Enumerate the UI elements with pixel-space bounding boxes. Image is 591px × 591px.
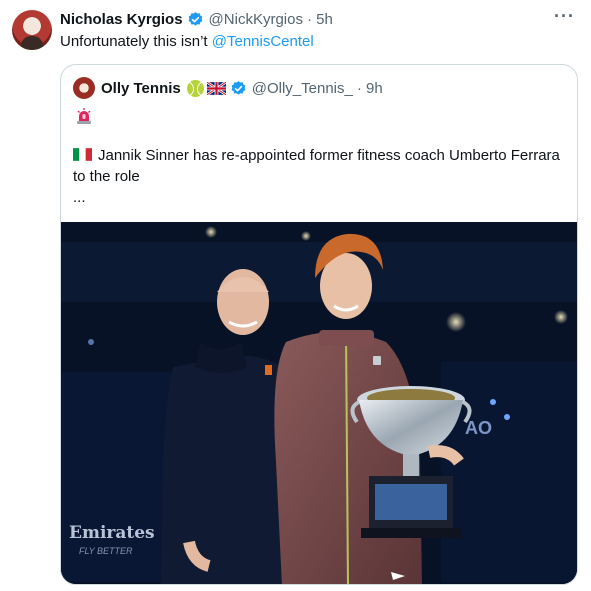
uk-flag-icon: [206, 81, 226, 95]
more-icon[interactable]: ···: [554, 6, 575, 27]
quoted-text: Jannik Sinner has re-appointed former fi…: [73, 145, 563, 187]
tweet-header: Nicholas Kyrgios @NickKyrgios · 5h: [60, 9, 333, 29]
ao-board: AO: [465, 418, 492, 438]
quoted-ellipsis: ...: [73, 189, 86, 206]
author-name[interactable]: Nicholas Kyrgios: [60, 11, 183, 28]
verified-icon: [188, 11, 202, 26]
author-handle[interactable]: @NickKyrgios: [209, 11, 303, 28]
quoted-photo[interactable]: Emirates FLY BETTER AO: [61, 222, 577, 584]
sponsor-sign: Emirates: [69, 523, 155, 543]
italy-flag-icon: [73, 148, 92, 161]
tweet-body: Unfortunately this isn’t: [60, 33, 212, 50]
photo-scene: Emirates FLY BETTER AO: [61, 222, 577, 584]
quoted-avatar: [73, 77, 95, 99]
quoted-time[interactable]: · 9h: [357, 80, 383, 97]
tennis-ball-icon: [186, 79, 204, 97]
quoted-body: Jannik Sinner has re-appointed former fi…: [73, 147, 560, 185]
siren-icon: [77, 108, 91, 124]
quoted-header: Olly Tennis @Olly_Tennis_ · 9h: [73, 77, 383, 99]
sponsor-sign-sub: FLY BETTER: [79, 546, 133, 556]
quoted-author-name[interactable]: Olly Tennis: [101, 80, 181, 97]
author-avatar[interactable]: [12, 10, 52, 50]
quoted-author-handle[interactable]: @Olly_Tennis_: [252, 80, 353, 97]
tweet-text: Unfortunately this isn’t @TennisCentel: [60, 32, 314, 52]
quoted-tweet[interactable]: Olly Tennis @Olly_Tennis_ · 9h Jannik Si…: [60, 64, 578, 585]
tweet-time[interactable]: · 5h: [307, 11, 333, 28]
verified-icon: [231, 80, 246, 95]
mention-link[interactable]: @TennisCentel: [212, 33, 314, 50]
